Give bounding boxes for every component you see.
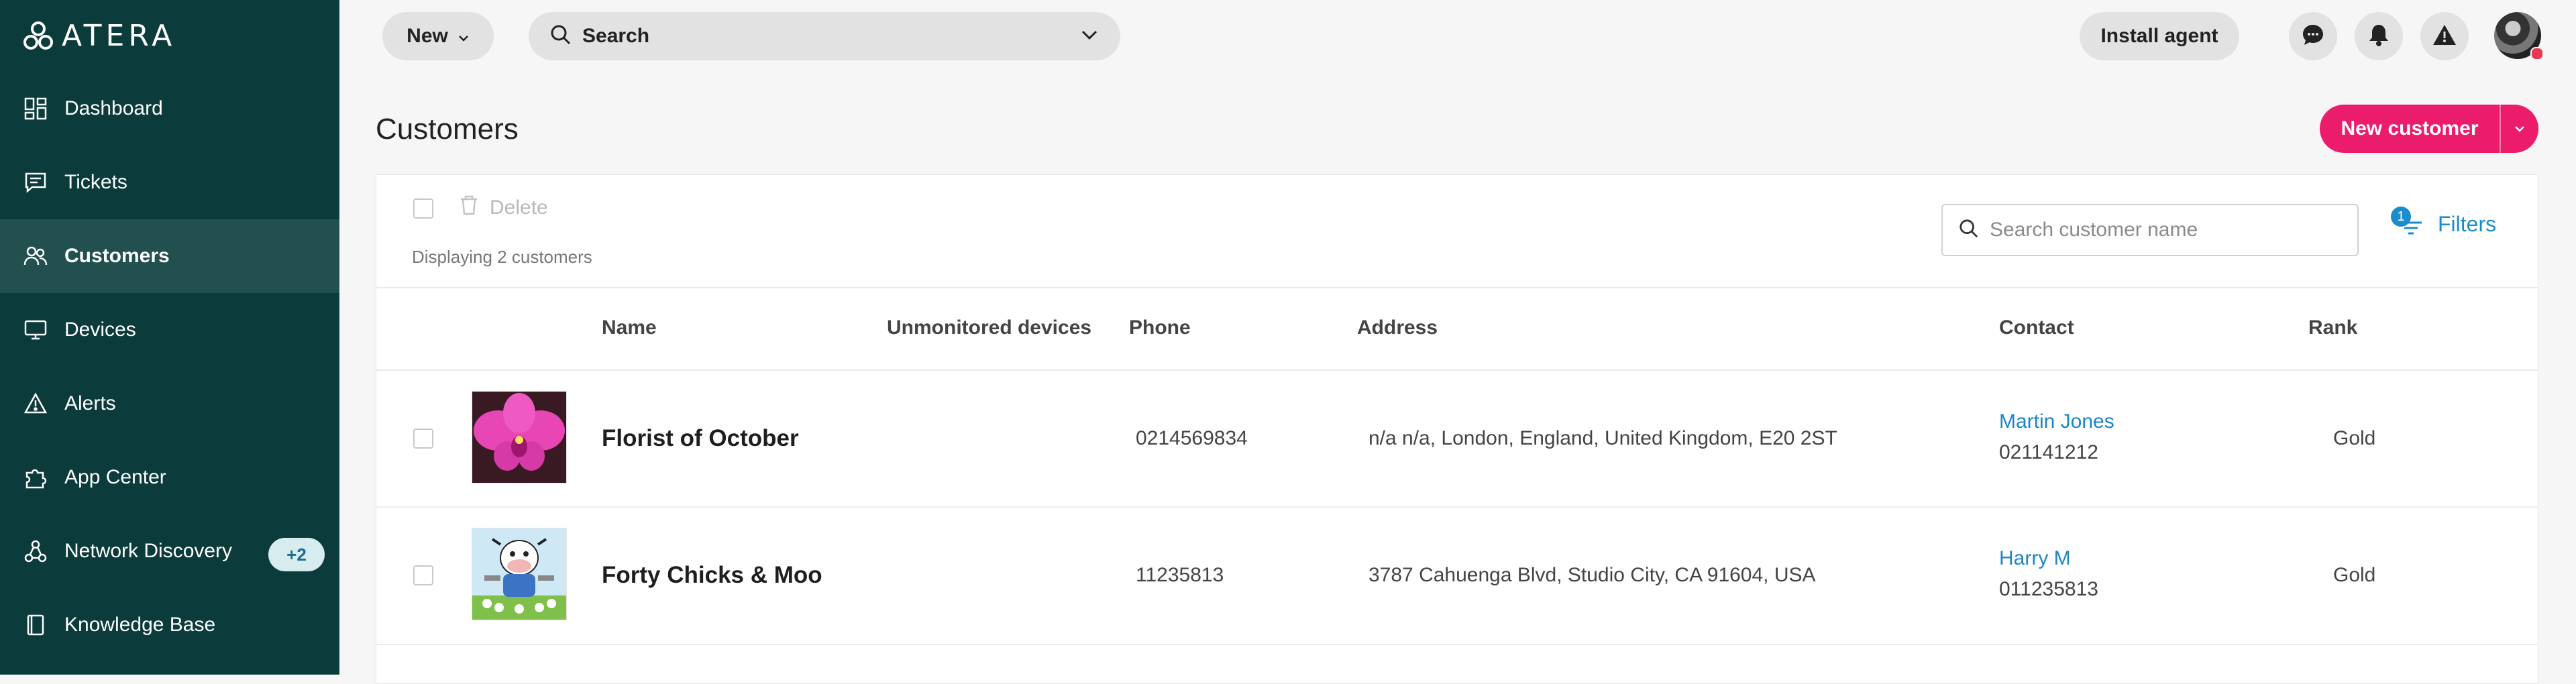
atera-logo-icon	[23, 21, 53, 50]
row-checkbox[interactable]	[413, 565, 433, 585]
column-header-contact[interactable]: Contact	[1999, 317, 2074, 339]
sidebar-item-label: Devices	[64, 319, 136, 341]
row-checkbox[interactable]	[413, 429, 433, 449]
column-header-rank[interactable]: Rank	[2308, 317, 2357, 339]
contact-name-link[interactable]: Martin Jones	[1999, 410, 2114, 433]
sidebar-item-customers[interactable]: Customers	[0, 219, 339, 293]
sidebar-item-network-discovery[interactable]: Network Discovery +2	[0, 514, 339, 588]
sidebar-item-label: Knowledge Base	[64, 614, 216, 636]
bell-icon	[2367, 23, 2390, 50]
sidebar-item-label: Alerts	[64, 392, 116, 414]
customer-image	[472, 391, 567, 483]
notifications-button[interactable]	[2355, 12, 2403, 60]
sidebar-item-alerts[interactable]: Alerts	[0, 367, 339, 441]
customer-rank: Gold	[2333, 427, 2376, 449]
warning-icon	[2432, 23, 2457, 50]
page-title: Customers	[376, 113, 519, 146]
filter-count-badge: 1	[2391, 207, 2411, 227]
delete-button[interactable]: Delete	[459, 194, 548, 221]
filters-label: Filters	[2438, 211, 2497, 236]
customer-search-box	[1941, 204, 2359, 256]
customer-phone: 0214569834	[1136, 427, 1248, 449]
sidebar-item-label: Network Discovery	[64, 540, 233, 562]
new-customer-dropdown[interactable]	[2501, 125, 2538, 133]
install-agent-button[interactable]: Install agent	[2080, 12, 2239, 60]
global-search[interactable]: Search	[529, 12, 1120, 60]
alert-icon	[23, 391, 48, 416]
new-customer-button-group: New customer	[2320, 105, 2538, 153]
sidebar-item-knowledge-base[interactable]: Knowledge Base	[0, 588, 339, 662]
dashboard-icon	[23, 96, 48, 121]
customers-icon	[23, 243, 48, 269]
contact-phone: 021141212	[1999, 441, 2098, 463]
sidebar-nav: Dashboard Tickets Customers Devices Aler…	[0, 72, 339, 662]
select-all-checkbox[interactable]	[413, 198, 433, 219]
sidebar-item-tickets[interactable]: Tickets	[0, 146, 339, 219]
customer-phone: 11235813	[1136, 564, 1224, 586]
chat-button[interactable]	[2289, 12, 2337, 60]
divider	[376, 506, 2538, 508]
customer-address: 3787 Cahuenga Blvd, Studio City, CA 9160…	[1368, 564, 1816, 586]
devices-icon	[23, 317, 48, 343]
sidebar-item-app-center[interactable]: App Center	[0, 441, 339, 514]
global-search-label: Search	[582, 25, 650, 47]
column-header-name[interactable]: Name	[602, 317, 657, 339]
customer-rank: Gold	[2333, 564, 2376, 586]
sidebar-item-label: Customers	[64, 245, 170, 267]
cartoon-cow-image	[472, 528, 566, 620]
contact-phone: 011235813	[1999, 578, 2098, 600]
status-dot	[2530, 47, 2544, 60]
divider	[376, 287, 2538, 288]
network-discovery-badge: +2	[268, 538, 325, 571]
sidebar: ATERA Dashboard Tickets Customers Device…	[0, 0, 339, 675]
customer-address: n/a n/a, London, England, United Kingdom…	[1368, 427, 1837, 449]
sidebar-item-dashboard[interactable]: Dashboard	[0, 72, 339, 146]
chat-icon	[2301, 23, 2325, 50]
book-icon	[23, 612, 48, 638]
puzzle-icon	[23, 465, 48, 490]
customer-search-input[interactable]	[1988, 218, 2340, 242]
search-icon	[550, 24, 572, 49]
sidebar-item-label: Dashboard	[64, 97, 163, 119]
chevron-down-icon	[2515, 126, 2524, 132]
customer-image	[472, 528, 567, 620]
network-icon	[23, 538, 48, 564]
divider	[376, 644, 2538, 645]
delete-label: Delete	[490, 196, 548, 219]
column-header-address[interactable]: Address	[1357, 317, 1438, 339]
divider	[376, 369, 2538, 371]
sidebar-item-label: Tickets	[64, 171, 127, 193]
sidebar-item-devices[interactable]: Devices	[0, 293, 339, 367]
atera-logo[interactable]: ATERA	[23, 19, 176, 53]
orchid-image	[472, 392, 566, 483]
customer-name[interactable]: Forty Chicks & Moo	[602, 562, 822, 589]
customer-name[interactable]: Florist of October	[602, 425, 799, 452]
contact-name-link[interactable]: Harry M	[1999, 547, 2071, 570]
new-button[interactable]: New	[382, 12, 494, 60]
new-customer-button[interactable]: New customer	[2320, 117, 2500, 140]
trash-icon	[459, 194, 479, 221]
chevron-down-icon[interactable]	[1080, 29, 1099, 44]
logo-wordmark: ATERA	[62, 19, 176, 53]
filter-icon: 1	[2391, 207, 2424, 239]
alerts-button[interactable]	[2420, 12, 2469, 60]
column-header-phone[interactable]: Phone	[1129, 317, 1191, 339]
chevron-down-icon	[458, 25, 470, 48]
sidebar-item-label: App Center	[64, 466, 166, 488]
displaying-count: Displaying 2 customers	[412, 247, 592, 267]
column-header-unmonitored-devices[interactable]: Unmonitored devices	[887, 317, 1091, 339]
filters-button[interactable]: 1 Filters	[2391, 207, 2497, 239]
new-button-label: New	[407, 25, 448, 47]
search-icon	[1959, 219, 1979, 242]
ticket-icon	[23, 170, 48, 195]
